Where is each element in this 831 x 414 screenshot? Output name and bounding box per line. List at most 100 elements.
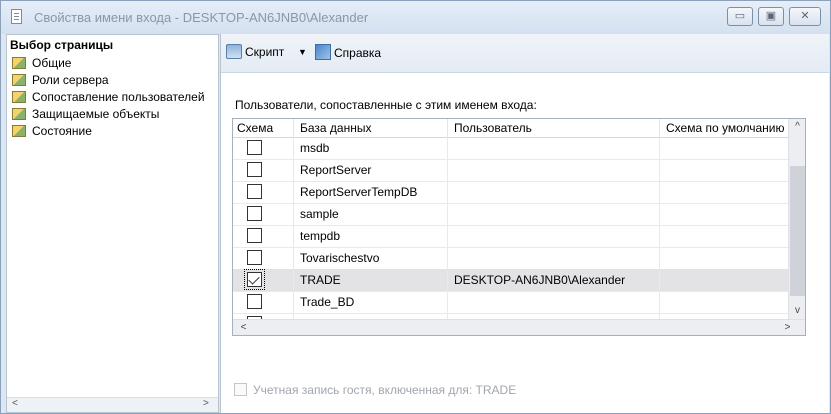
nav-item-status[interactable]: Состояние [12, 123, 92, 140]
nav-item-server-roles[interactable]: Роли сервера [12, 72, 109, 89]
page-icon [12, 91, 26, 103]
page-icon [12, 57, 26, 69]
toolbar: Скрипт ▼ Справка [221, 34, 829, 73]
map-checkbox[interactable] [247, 250, 262, 265]
page-icon [12, 74, 26, 86]
table-row[interactable]: Tovarischestvo [233, 247, 789, 270]
database-cell[interactable]: ReportServerTempDB [294, 181, 448, 203]
default-schema-cell[interactable] [660, 291, 789, 313]
map-checkbox[interactable] [247, 140, 262, 155]
script-dropdown-arrow-icon[interactable]: ▼ [298, 47, 307, 57]
user-cell[interactable] [448, 291, 660, 313]
database-cell[interactable]: ReportServer [294, 159, 448, 181]
help-label: Справка [334, 46, 382, 60]
default-schema-cell[interactable] [660, 247, 789, 269]
table-row[interactable]: sample [233, 203, 789, 226]
map-cell [233, 159, 294, 181]
user-cell[interactable]: DESKTOP-AN6JNB0\Alexander [448, 269, 660, 291]
script-icon [226, 44, 242, 59]
mapped-users-label: Пользователи, сопоставленные с этим имен… [235, 98, 537, 112]
script-button[interactable]: Скрипт [226, 44, 284, 59]
grid-header: Схема База данных Пользователь Схема по … [233, 119, 789, 138]
default-schema-cell[interactable] [660, 269, 789, 291]
login-properties-window: Свойства имени входа - DESKTOP-AN6JNB0\A… [0, 0, 831, 414]
user-cell[interactable] [448, 225, 660, 247]
scroll-left-arrow-icon[interactable]: < [235, 322, 252, 333]
default-schema-cell[interactable] [660, 159, 789, 181]
scroll-up-arrow-icon[interactable]: ^ [789, 121, 805, 132]
default-schema-cell[interactable] [660, 203, 789, 225]
nav-item-user-mapping[interactable]: Сопоставление пользователей [12, 89, 205, 106]
map-checkbox[interactable] [244, 269, 265, 290]
database-cell[interactable]: Trade_BD [294, 291, 448, 313]
window-title: Свойства имени входа - DESKTOP-AN6JNB0\A… [34, 10, 369, 25]
user-cell[interactable] [448, 247, 660, 269]
guest-account-checkbox [234, 383, 247, 396]
guest-account-label: Учетная запись гостя, включенная для: TR… [253, 383, 517, 397]
nav-item-label: Сопоставление пользователей [32, 90, 205, 104]
default-schema-cell[interactable] [660, 137, 789, 159]
table-row[interactable]: TRADE DESKTOP-AN6JNB0\Alexander [233, 269, 789, 292]
nav-item-label: Защищаемые объекты [32, 107, 160, 121]
default-schema-cell[interactable] [660, 225, 789, 247]
scroll-left-arrow-icon[interactable]: < [12, 398, 18, 409]
page-selector-panel: Выбор страницы Общие Роли сервера Сопост… [6, 34, 219, 413]
column-header-database[interactable]: База данных [294, 119, 448, 137]
map-cell [233, 291, 294, 313]
database-cell[interactable]: tempdb [294, 225, 448, 247]
map-cell [233, 137, 294, 159]
column-header-user[interactable]: Пользователь [448, 119, 660, 137]
help-button[interactable]: Справка [315, 44, 381, 60]
minimize-button[interactable]: ▭ [727, 7, 753, 26]
column-header-default-schema[interactable]: Схема по умолчанию [660, 119, 789, 137]
database-cell[interactable]: TRADE [294, 269, 448, 291]
window-icon [11, 9, 22, 24]
user-cell[interactable] [448, 137, 660, 159]
table-row[interactable]: ReportServer [233, 159, 789, 182]
left-panel-horizontal-scrollbar[interactable]: < > [7, 397, 218, 412]
help-icon [315, 44, 331, 60]
map-checkbox[interactable] [247, 228, 262, 243]
default-schema-cell[interactable] [660, 181, 789, 203]
content-panel: Скрипт ▼ Справка Пользователи, сопоставл… [220, 34, 829, 413]
vertical-scroll-thumb[interactable] [790, 166, 805, 296]
close-button[interactable]: ✕ [789, 7, 821, 26]
map-cell [233, 247, 294, 269]
map-checkbox[interactable] [247, 206, 262, 221]
user-cell[interactable] [448, 203, 660, 225]
scroll-right-arrow-icon[interactable]: > [203, 398, 209, 409]
title-bar[interactable]: Свойства имени входа - DESKTOP-AN6JNB0\A… [1, 1, 830, 34]
nav-item-securables[interactable]: Защищаемые объекты [12, 106, 159, 123]
database-cell[interactable]: msdb [294, 137, 448, 159]
scroll-right-arrow-icon[interactable]: > [779, 322, 796, 333]
table-row[interactable]: tempdb [233, 225, 789, 248]
grid-horizontal-scrollbar[interactable]: < > [233, 319, 805, 335]
map-cell [233, 269, 294, 291]
scroll-down-arrow-icon[interactable]: v [789, 305, 805, 316]
page-icon [12, 125, 26, 137]
map-cell [233, 203, 294, 225]
database-cell[interactable]: sample [294, 203, 448, 225]
table-row[interactable]: msdb [233, 137, 789, 160]
map-checkbox[interactable] [247, 294, 262, 309]
maximize-button[interactable]: ▣ [758, 7, 784, 26]
grid-vertical-scrollbar[interactable]: ^ v [788, 119, 805, 319]
map-checkbox[interactable] [247, 184, 262, 199]
table-row[interactable]: Trade_BD [233, 291, 789, 314]
database-cell[interactable]: Tovarischestvo [294, 247, 448, 269]
nav-item-label: Состояние [32, 124, 92, 138]
script-label: Скрипт [245, 45, 285, 59]
map-cell [233, 181, 294, 203]
nav-item-label: Роли сервера [32, 73, 109, 87]
map-checkbox[interactable] [247, 162, 262, 177]
guest-account-option: Учетная запись гостя, включенная для: TR… [234, 383, 516, 397]
user-cell[interactable] [448, 159, 660, 181]
page-icon [12, 108, 26, 120]
page-selector-header: Выбор страницы [10, 38, 114, 52]
nav-item-general[interactable]: Общие [12, 55, 71, 72]
user-cell[interactable] [448, 181, 660, 203]
table-row[interactable]: ReportServerTempDB [233, 181, 789, 204]
column-header-map[interactable]: Схема [233, 119, 294, 137]
nav-item-label: Общие [32, 56, 72, 70]
map-cell [233, 225, 294, 247]
